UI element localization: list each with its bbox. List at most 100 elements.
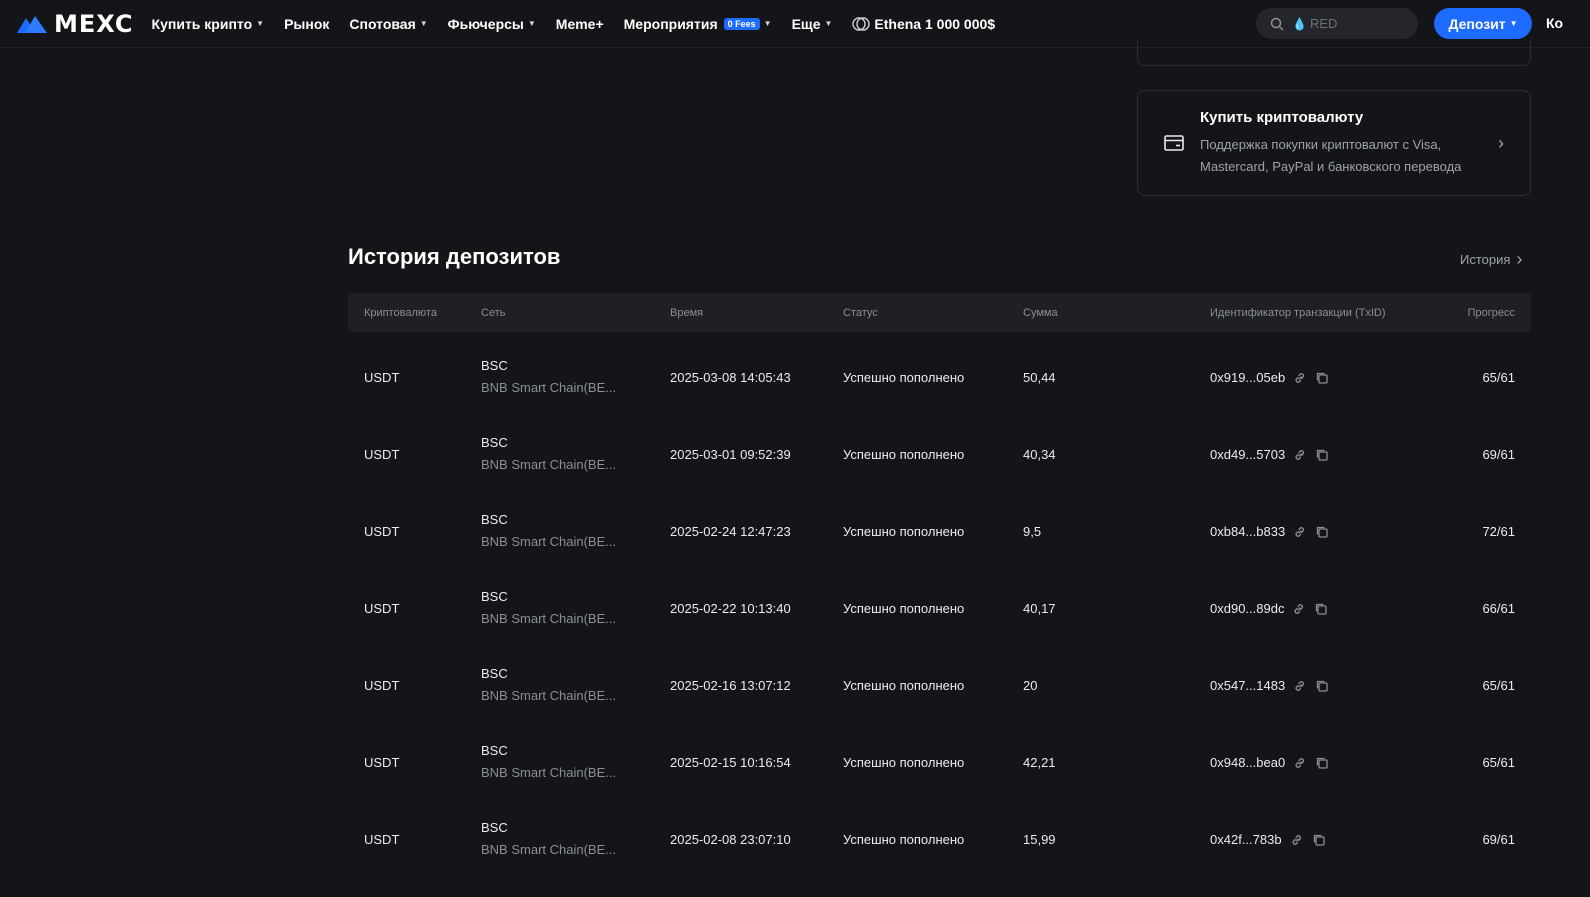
wallet-menu[interactable]: Ко [1546, 15, 1563, 31]
network-full-cell: BNB Smart Chain(BE... [481, 842, 617, 857]
table-row: USDT BSC BNB Smart Chain(BE... 2025-02-15 1… [348, 717, 1531, 794]
link-icon[interactable] [1292, 602, 1306, 616]
table-body: USDT BSC BNB Smart Chain(BE... 2025-03-08 1… [348, 332, 1531, 871]
column-header: Криптовалюта [364, 307, 437, 319]
network-full-cell: BNB Smart Chain(BE... [481, 611, 617, 626]
nav-item-label: Спотовая [349, 15, 416, 32]
time-cell: 2025-02-22 10:13:40 [670, 601, 791, 616]
status-cell: Успешно пополнено [843, 370, 965, 385]
copy-icon[interactable] [1315, 525, 1329, 539]
deposit-button[interactable]: Депозит ▼ [1434, 8, 1532, 39]
time-cell: 2025-03-08 14:05:43 [670, 370, 791, 385]
nav-item-0[interactable]: Купить крипто ▼ [152, 16, 265, 32]
network-full-cell: BNB Smart Chain(BE... [481, 688, 617, 703]
progress-cell: 66/61 [1482, 601, 1515, 616]
buy-crypto-card[interactable]: Купить криптовалюту Поддержка покупки кр… [1137, 90, 1531, 196]
copy-icon[interactable] [1315, 448, 1329, 462]
link-icon[interactable] [1293, 525, 1307, 539]
search-input[interactable]: 💧 RED [1256, 8, 1418, 39]
progress-cell: 72/61 [1482, 524, 1515, 539]
link-icon[interactable] [1293, 756, 1307, 770]
amount-cell: 40,34 [1023, 447, 1056, 462]
coin-cell: USDT [364, 447, 400, 462]
column-header: Статус [843, 307, 878, 319]
nav-item-5[interactable]: Мероприятия 0 Fees ▼ [624, 16, 772, 32]
time-cell: 2025-03-01 09:52:39 [670, 447, 791, 462]
table-header: Криптовалюта Сеть Время Статус Сумма Идентифи… [348, 293, 1531, 332]
nav-item-label: Рынок [284, 15, 330, 32]
column-header: Сумма [1023, 307, 1058, 319]
progress-cell: 69/61 [1482, 447, 1515, 462]
network-full-cell: BNB Smart Chain(BE... [481, 380, 617, 395]
amount-cell: 20 [1023, 678, 1038, 693]
column-header: Идентификатор транзакции (TxID) [1210, 307, 1386, 319]
copy-icon[interactable] [1315, 756, 1329, 770]
copy-icon[interactable] [1315, 371, 1329, 385]
copy-icon[interactable] [1314, 602, 1328, 616]
column-header: Время [670, 307, 704, 319]
fees-badge: 0 Fees [723, 17, 760, 30]
status-cell: Успешно пополнено [843, 832, 965, 847]
txid-value: 0x948...bea0 [1210, 755, 1286, 770]
time-cell: 2025-02-08 23:07:10 [670, 832, 791, 847]
txid-cell: 0xd49...5703 [1210, 447, 1329, 462]
nav-item-3[interactable]: Фьючерсы ▼ [448, 16, 536, 32]
network-cell: BSC [481, 666, 508, 681]
copy-icon[interactable] [1312, 833, 1326, 847]
search-placeholder: RED [1309, 16, 1338, 31]
txid-cell: 0xd90...89dc [1210, 601, 1328, 616]
nav-item-label: Купить крипто [151, 15, 253, 32]
nav-item-4[interactable]: Meme+ [556, 16, 604, 32]
txid-cell: 0x919...05eb [1210, 370, 1329, 385]
copy-icon[interactable] [1315, 679, 1329, 693]
card-partial [1137, 40, 1531, 66]
page-title: История депозитов [348, 244, 561, 269]
amount-cell: 50,44 [1023, 370, 1056, 385]
column-header: Прогресс [1467, 307, 1515, 319]
network-cell: BSC [481, 512, 508, 527]
progress-cell: 69/61 [1482, 832, 1515, 847]
link-icon[interactable] [1293, 371, 1307, 385]
card-icon [1164, 135, 1184, 151]
link-icon[interactable] [1290, 833, 1304, 847]
history-link[interactable]: История › [1460, 249, 1522, 270]
link-icon[interactable] [1293, 679, 1307, 693]
chevron-down-icon: ▼ [256, 19, 265, 28]
table-row: USDT BSC BNB Smart Chain(BE... 2025-02-08 2… [348, 794, 1531, 871]
table-row: USDT BSC BNB Smart Chain(BE... 2025-03-01 0… [348, 409, 1531, 486]
progress-cell: 65/61 [1482, 755, 1515, 770]
column-header: Сеть [481, 307, 506, 319]
network-cell: BSC [481, 589, 508, 604]
txid-value: 0xd90...89dc [1210, 601, 1285, 616]
nav-item-label: Meme+ [555, 15, 604, 32]
chevron-down-icon: ▼ [824, 19, 833, 28]
ethena-icon [852, 16, 871, 31]
deposit-label: Депозит [1448, 15, 1506, 32]
ethena-promo[interactable]: Ethena 1 000 000$ [852, 16, 995, 32]
nav-item-6[interactable]: Еще ▼ [792, 16, 833, 32]
time-cell: 2025-02-16 13:07:12 [670, 678, 791, 693]
nav-item-1[interactable]: Рынок [284, 16, 329, 32]
progress-cell: 65/61 [1482, 370, 1515, 385]
txid-value: 0xb84...b833 [1210, 524, 1286, 539]
mexc-logo[interactable]: MEXC [16, 10, 134, 38]
buy-card-title: Купить криптовалюту [1200, 108, 1364, 126]
chevron-right-icon: › [1498, 132, 1504, 153]
amount-cell: 42,21 [1023, 755, 1056, 770]
nav-item-label: Фьючерсы [447, 15, 524, 32]
txid-value: 0x42f...783b [1210, 832, 1282, 847]
network-full-cell: BNB Smart Chain(BE... [481, 457, 617, 472]
link-icon[interactable] [1293, 448, 1307, 462]
deposit-history-table: Криптовалюта Сеть Время Статус Сумма Идентифи… [348, 293, 1531, 871]
network-cell: BSC [481, 820, 508, 835]
amount-cell: 40,17 [1023, 601, 1056, 616]
chevron-down-icon: ▼ [763, 19, 772, 28]
chevron-down-icon: ▼ [419, 19, 428, 28]
txid-value: 0x547...1483 [1210, 678, 1286, 693]
status-cell: Успешно пополнено [843, 447, 965, 462]
network-full-cell: BNB Smart Chain(BE... [481, 534, 617, 549]
search-icon [1270, 17, 1284, 31]
nav-item-2[interactable]: Спотовая ▼ [349, 16, 427, 32]
main-nav: Купить крипто ▼ Рынок Спотовая ▼ Фьючерсы ▼ Mem… [152, 16, 996, 32]
txid-cell: 0xb84...b833 [1210, 524, 1329, 539]
